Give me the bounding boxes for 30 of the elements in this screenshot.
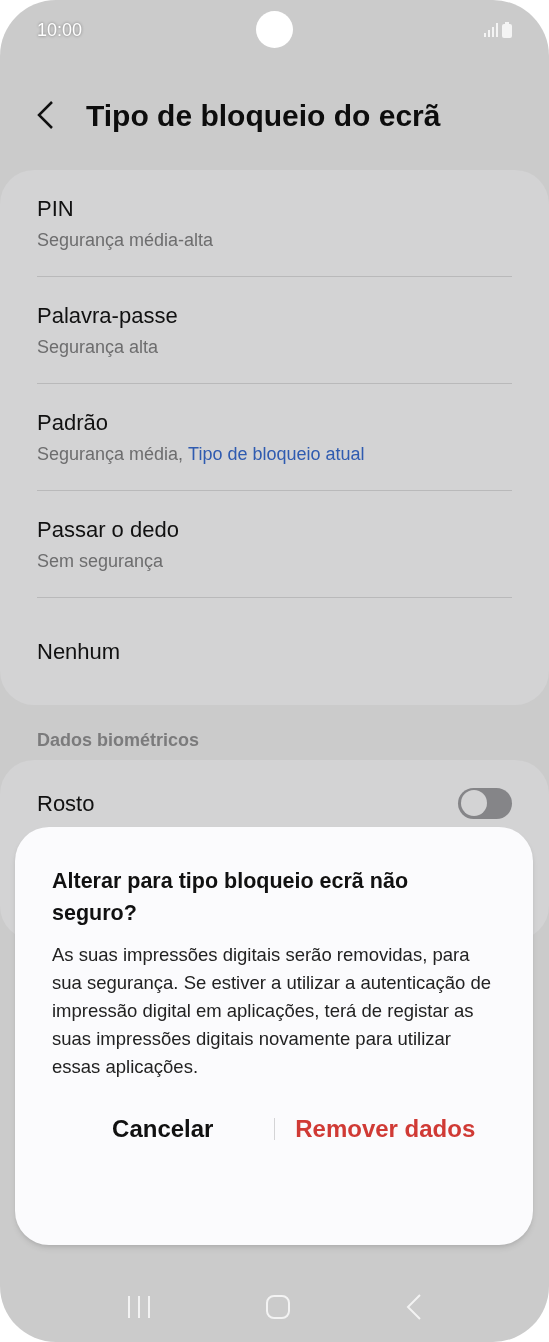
item-title: Nenhum (37, 638, 122, 666)
item-title: Rosto (37, 789, 95, 818)
lock-type-item[interactable]: Padrão Segurança média, Tipo de bloqueio atual (37, 384, 512, 491)
signal-icon (483, 23, 498, 37)
home-icon[interactable] (265, 1294, 292, 1320)
item-title: Padrão (37, 409, 109, 437)
item-title: Palavra-passe (37, 302, 179, 330)
toggle-switch[interactable] (458, 787, 512, 819)
lock-type-item[interactable]: PIN Segurança média-alta (37, 170, 512, 277)
item-subtitle: Segurança média, (37, 443, 184, 466)
item-subtitle: Sem segurança (37, 550, 164, 573)
item-subtitle: Segurança média-alta (37, 229, 214, 252)
page-title: Tipo de bloqueio do ecrã (86, 97, 441, 134)
recent-apps-icon[interactable] (127, 1295, 152, 1319)
lock-type-item[interactable]: Palavra-passe Segurança alta (37, 277, 512, 384)
lock-type-item[interactable]: Passar o dedo Sem segurança (37, 491, 512, 598)
back-icon[interactable] (405, 1294, 422, 1320)
camera-hole (256, 11, 293, 48)
dialog-message: As suas impressões digitais serão removidas, para sua segurança. Se estiver a utilizar a autenticação de impressão digital em aplicações, terá de registar as suas impressões digitais novamente para utilizar essas aplicações. (52, 943, 492, 1079)
item-subtitle: Segurança alta (37, 336, 159, 359)
section-heading: Dados biométricos (37, 729, 200, 752)
current-lock-label: Tipo de bloqueio atual (188, 443, 365, 466)
cancel-button[interactable]: Cancelar (52, 1107, 274, 1151)
dialog-title: Alterar para tipo bloqueio ecrã não seguro? (52, 868, 410, 927)
back-button[interactable] (36, 99, 56, 131)
remove-data-button[interactable]: Remover dados (274, 1107, 496, 1151)
item-title: PIN (37, 195, 75, 223)
item-title: Passar o dedo (37, 516, 180, 544)
battery-icon (502, 22, 512, 38)
lock-type-item[interactable]: Nenhum (37, 598, 512, 705)
